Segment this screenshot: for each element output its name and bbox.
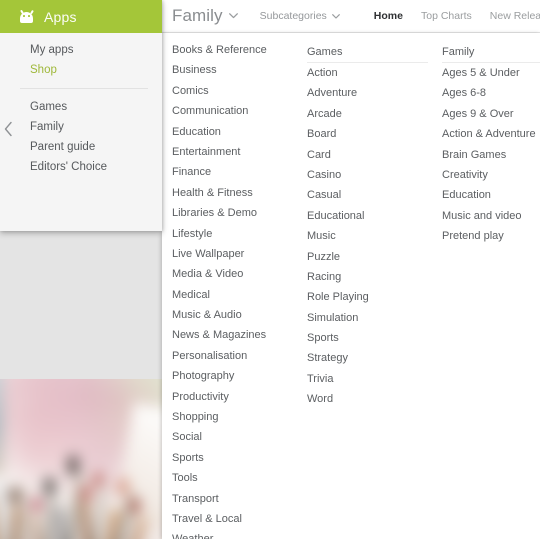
menu-item-sports-games[interactable]: Sports [307, 328, 442, 348]
menu-item-personalisation[interactable]: Personalisation [172, 346, 307, 366]
sidebar-item-editors-choice[interactable]: Editors' Choice [0, 157, 162, 177]
menu-item-role-playing[interactable]: Role Playing [307, 287, 442, 307]
hero-brush-tip [10, 487, 20, 503]
menu-item-business[interactable]: Business [172, 60, 307, 80]
menu-item-racing[interactable]: Racing [307, 267, 442, 287]
menu-item-entertainment[interactable]: Entertainment [172, 142, 307, 162]
menu-item-communication[interactable]: Communication [172, 101, 307, 121]
sidebar-header[interactable]: Apps [0, 0, 162, 33]
sidebar-divider [20, 88, 148, 89]
menu-item-educational[interactable]: Educational [307, 206, 442, 226]
apps-title: Apps [44, 8, 77, 25]
menu-item-action-adventure[interactable]: Action & Adventure [442, 124, 540, 144]
menu-item-libraries-demo[interactable]: Libraries & Demo [172, 203, 307, 223]
hero-photo-left-object [0, 379, 4, 474]
menu-item-ages-5-and-under[interactable]: Ages 5 & Under [442, 63, 540, 83]
menu-item-comics[interactable]: Comics [172, 81, 307, 101]
sidebar-collapse-button[interactable] [3, 121, 19, 141]
hero-brush-tip [81, 485, 91, 501]
sidebar-item-shop[interactable]: Shop [0, 60, 162, 80]
chevron-left-icon [4, 121, 12, 137]
menu-item-travel-local[interactable]: Travel & Local [172, 509, 307, 529]
sidebar-item-family[interactable]: Family [0, 117, 162, 137]
hero-brush-tip [32, 497, 41, 511]
dropdown-column-apps: Books & Reference Business Comics Commun… [172, 33, 307, 539]
top-navigation-bar: Family Subcategories Home Top Charts New… [162, 0, 540, 33]
android-head [20, 12, 33, 23]
menu-item-puzzle[interactable]: Puzzle [307, 247, 442, 267]
menu-item-weather[interactable]: Weather [172, 529, 307, 539]
menu-item-casual[interactable]: Casual [307, 185, 442, 205]
sidebar-item-games[interactable]: Games [0, 97, 162, 117]
menu-item-board[interactable]: Board [307, 124, 442, 144]
sidebar-nav-list: My apps Shop Games Family Parent guide E… [0, 33, 162, 187]
hero-brush-tip [130, 498, 140, 513]
subcategories-dropdown-trigger[interactable]: Subcategories [260, 10, 340, 22]
column-header-family: Family [442, 46, 475, 58]
menu-item-music-and-video[interactable]: Music and video [442, 206, 540, 226]
menu-item-trivia[interactable]: Trivia [307, 369, 442, 389]
menu-item-ages-6-8[interactable]: Ages 6-8 [442, 83, 540, 103]
hero-brush-tip [117, 478, 129, 495]
hero-photo-blur-layer [0, 379, 162, 539]
dropdown-column-games: Games Action Adventure Arcade Board Card… [307, 33, 442, 410]
menu-item-productivity[interactable]: Productivity [172, 387, 307, 407]
menu-item-adventure[interactable]: Adventure [307, 83, 442, 103]
subcategories-label: Subcategories [259, 10, 327, 22]
menu-item-education[interactable]: Education [172, 122, 307, 142]
menu-item-live-wallpaper[interactable]: Live Wallpaper [172, 244, 307, 264]
hero-brush-tip [44, 477, 55, 495]
chevron-down-icon [331, 13, 340, 19]
sidebar-drawer: Apps My apps Shop Games Family Parent gu… [0, 0, 162, 231]
menu-item-tools[interactable]: Tools [172, 468, 307, 488]
category-title-label: Family [172, 6, 223, 25]
column-header-games: Games [307, 46, 343, 58]
menu-item-pretend-play[interactable]: Pretend play [442, 226, 540, 246]
menu-item-transport[interactable]: Transport [172, 489, 307, 509]
menu-item-books-reference[interactable]: Books & Reference [172, 40, 307, 60]
menu-item-strategy[interactable]: Strategy [307, 348, 442, 368]
menu-item-music[interactable]: Music [307, 226, 442, 246]
menu-item-music-audio[interactable]: Music & Audio [172, 305, 307, 325]
android-eye-left [23, 15, 25, 17]
menu-item-shopping[interactable]: Shopping [172, 407, 307, 427]
sidebar-item-my-apps[interactable]: My apps [0, 40, 162, 60]
tab-new-releases[interactable]: New Releases [490, 10, 540, 22]
menu-item-health-fitness[interactable]: Health & Fitness [172, 183, 307, 203]
menu-item-media-video[interactable]: Media & Video [172, 264, 307, 284]
menu-item-action[interactable]: Action [307, 63, 442, 83]
menu-item-card[interactable]: Card [307, 145, 442, 165]
categories-mega-dropdown: Books & Reference Business Comics Commun… [162, 33, 540, 539]
menu-item-arcade[interactable]: Arcade [307, 104, 442, 124]
dropdown-column-family: Family Ages 5 & Under Ages 6-8 Ages 9 & … [442, 33, 540, 247]
hero-photo [0, 379, 162, 539]
sidebar-item-parent-guide[interactable]: Parent guide [0, 137, 162, 157]
hero-brush-tip [68, 455, 78, 475]
menu-item-brain-games[interactable]: Brain Games [442, 145, 540, 165]
menu-item-education-family[interactable]: Education [442, 185, 540, 205]
menu-item-ages-9-and-over[interactable]: Ages 9 & Over [442, 104, 540, 124]
menu-item-lifestyle[interactable]: Lifestyle [172, 224, 307, 244]
android-robot-icon [18, 9, 35, 23]
android-eye-right [28, 15, 30, 17]
menu-item-news-magazines[interactable]: News & Magazines [172, 325, 307, 345]
hero-brush [23, 489, 28, 539]
menu-item-word[interactable]: Word [307, 389, 442, 409]
menu-item-photography[interactable]: Photography [172, 366, 307, 386]
category-dropdown-trigger[interactable]: Family [172, 6, 238, 26]
menu-item-creativity[interactable]: Creativity [442, 165, 540, 185]
menu-item-simulation[interactable]: Simulation [307, 308, 442, 328]
tab-top-charts[interactable]: Top Charts [421, 10, 472, 22]
chevron-down-icon [228, 13, 238, 19]
menu-item-sports[interactable]: Sports [172, 448, 307, 468]
menu-item-medical[interactable]: Medical [172, 285, 307, 305]
menu-item-finance[interactable]: Finance [172, 162, 307, 182]
menu-item-casino[interactable]: Casino [307, 165, 442, 185]
tab-home[interactable]: Home [374, 10, 403, 22]
hero-brush-tip [94, 472, 103, 487]
menu-item-social[interactable]: Social [172, 427, 307, 447]
